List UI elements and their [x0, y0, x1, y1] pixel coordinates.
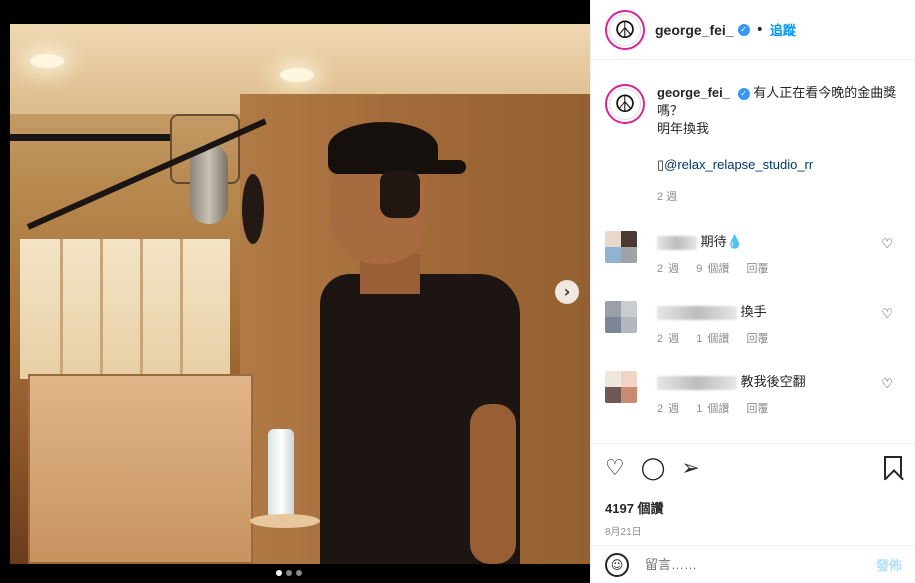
- redacted-username: [657, 375, 737, 390]
- bookmark-icon[interactable]: [884, 456, 902, 480]
- mic-arm: [10, 134, 170, 141]
- heart-icon[interactable]: ♡: [881, 237, 893, 252]
- studio-mic: [190, 144, 228, 224]
- caption-age: 2 週: [657, 191, 678, 203]
- verified-icon: ✓: [737, 23, 750, 36]
- commenter-avatar[interactable]: [605, 301, 637, 333]
- comment-input[interactable]: [645, 557, 845, 572]
- comment-likes[interactable]: 1 個讚: [696, 333, 729, 345]
- reply-button[interactable]: 回覆: [747, 333, 769, 345]
- comment-text: 教我後空翻: [740, 374, 806, 389]
- follow-button[interactable]: 追蹤: [770, 20, 796, 39]
- photo-window: [20, 239, 230, 379]
- carousel-next-button[interactable]: ›: [555, 280, 579, 304]
- comment-age: 2 週: [657, 403, 680, 415]
- person: [310, 104, 520, 564]
- ceiling-light: [30, 54, 64, 68]
- mention-link[interactable]: @relax_relapse_studio_rr: [664, 157, 813, 172]
- comment-icon[interactable]: ◯: [641, 454, 666, 484]
- comment-composer: ☺ 發佈: [591, 545, 915, 583]
- carousel-indicator: [276, 570, 302, 576]
- caption-line-2: 明年換我: [657, 121, 710, 136]
- post-caption: ☮ george_fei_ ✓ 有人正在看今晚的金曲獎嗎？ 明年換我 ▯@rel…: [605, 84, 905, 206]
- post-comment-button[interactable]: 發佈: [876, 555, 902, 574]
- pop-filter: [242, 174, 264, 244]
- comment-likes[interactable]: 9 個讚: [696, 263, 729, 275]
- reply-button[interactable]: 回覆: [747, 403, 769, 415]
- carousel-dot: [296, 570, 302, 576]
- chevron-right-icon: ›: [563, 282, 571, 301]
- caption-username[interactable]: george_fei_: [657, 85, 730, 100]
- comment-item: 教我後空翻 2 週 1 個讚 回覆 ♡: [605, 371, 905, 421]
- comment-text: 期待: [700, 234, 727, 249]
- likes-count[interactable]: 4197 個讚: [605, 498, 902, 517]
- ceiling-light: [280, 68, 314, 82]
- comment-likes[interactable]: 1 個讚: [696, 403, 729, 415]
- username-link[interactable]: george_fei_: [655, 22, 734, 38]
- share-icon[interactable]: ➢: [681, 454, 699, 484]
- post-date[interactable]: 8月21日: [605, 523, 902, 538]
- post-sidebar: ☮ george_fei_ ✓ • 追蹤 ☮ george_fei_ ✓ 有人正…: [590, 0, 915, 583]
- verified-icon: ✓: [737, 87, 750, 100]
- post-media: ›: [0, 0, 590, 583]
- carousel-dot: [286, 570, 292, 576]
- commenter-avatar[interactable]: [605, 231, 637, 263]
- water-bottle: [268, 429, 294, 519]
- heart-icon[interactable]: ♡: [881, 377, 893, 392]
- post-actions: ♡ ◯ ➢ 4197 個讚 8月21日: [591, 443, 915, 538]
- peace-sign-icon: ☮: [609, 13, 641, 46]
- post-header: ☮ george_fei_ ✓ • 追蹤: [591, 0, 915, 60]
- carousel-dot-active: [276, 570, 282, 576]
- drop-emoji: 💧: [726, 234, 743, 249]
- comment-text: 換手: [740, 304, 767, 319]
- comment-age: 2 週: [657, 263, 680, 275]
- avatar[interactable]: ☮: [605, 84, 645, 124]
- emoji-icon[interactable]: ☺: [605, 552, 629, 577]
- post-photo[interactable]: [10, 24, 590, 564]
- comment-item: 換手 2 週 1 個讚 回覆 ♡: [605, 301, 905, 351]
- reply-button[interactable]: 回覆: [747, 263, 769, 275]
- photo-cabinet: [28, 374, 253, 564]
- heart-icon[interactable]: ♡: [881, 307, 893, 322]
- redacted-username: [657, 235, 697, 250]
- commenter-avatar[interactable]: [605, 371, 637, 403]
- heart-icon[interactable]: ♡: [605, 454, 625, 484]
- separator-dot: •: [755, 21, 764, 38]
- redacted-username: [657, 305, 737, 320]
- comment-item: 期待💧 2 週 9 個讚 回覆 ♡: [605, 231, 905, 281]
- avatar[interactable]: ☮: [605, 9, 645, 50]
- comment-age: 2 週: [657, 333, 680, 345]
- peace-sign-icon: ☮: [609, 88, 641, 120]
